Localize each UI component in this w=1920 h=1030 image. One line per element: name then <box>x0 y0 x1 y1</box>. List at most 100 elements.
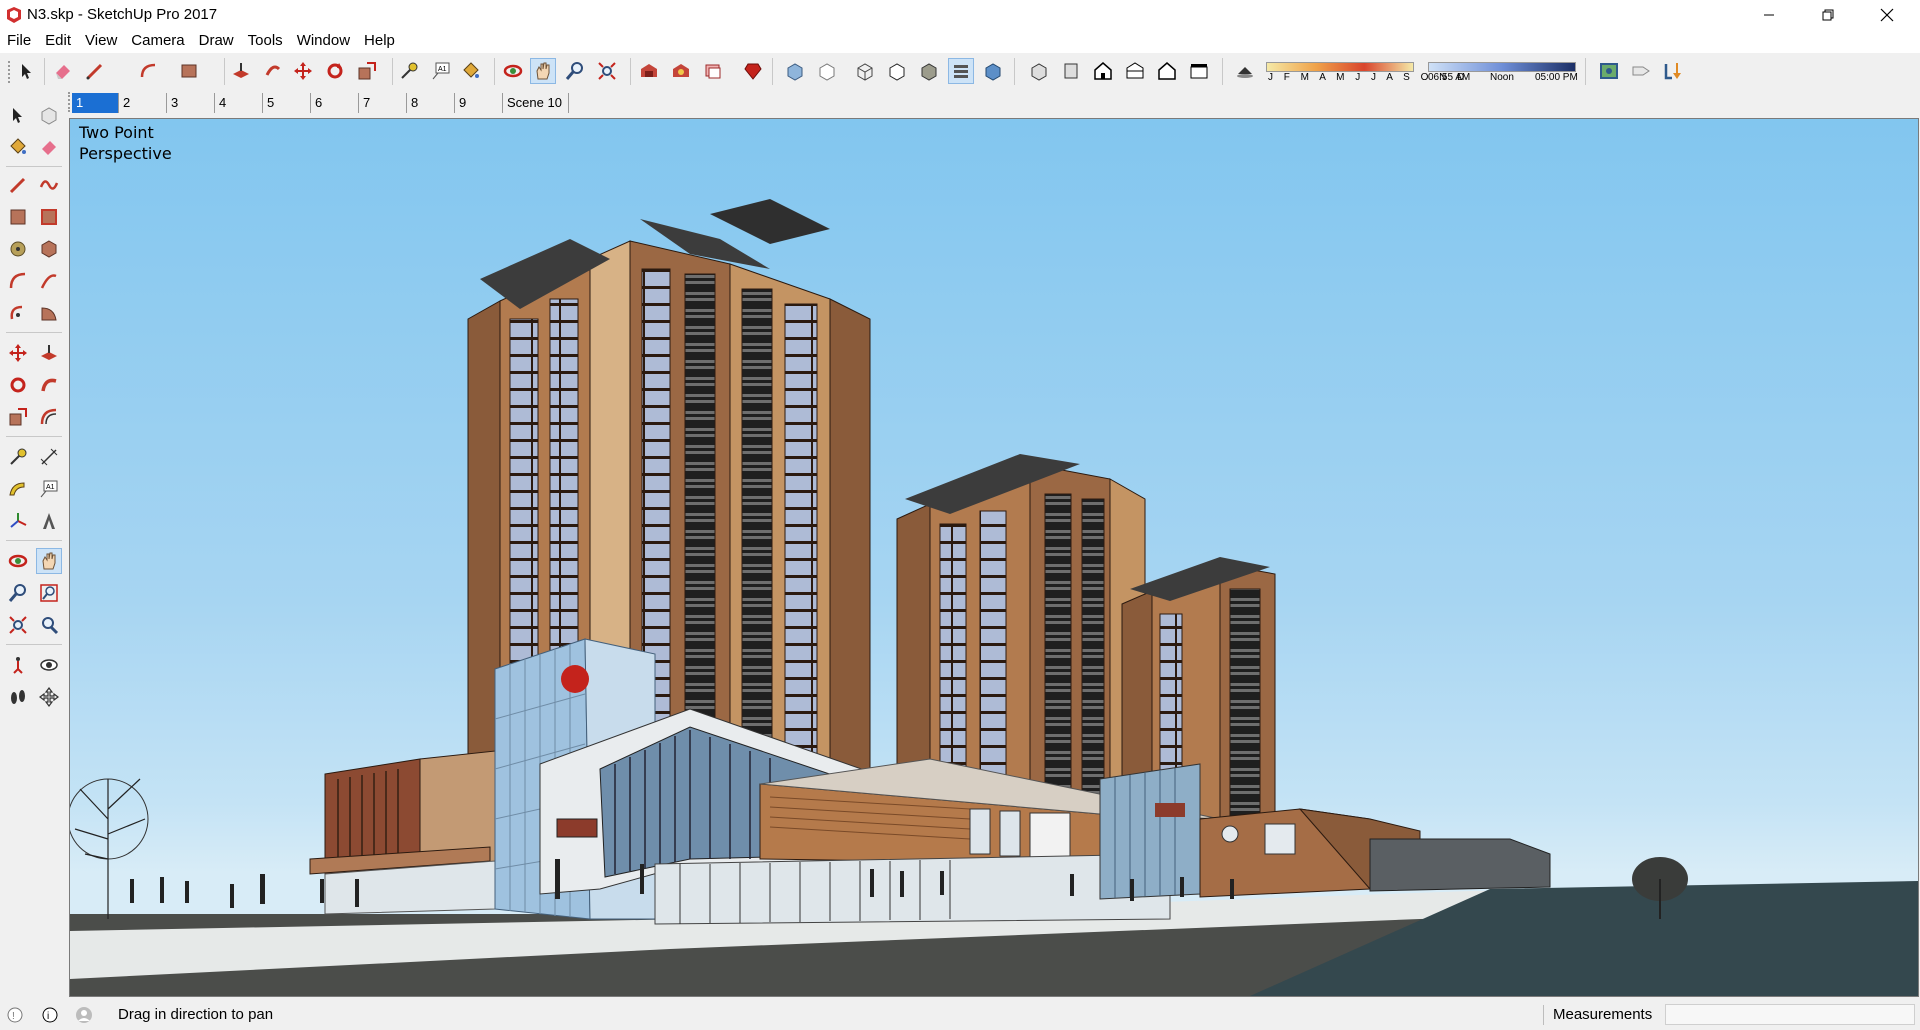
left-select-button[interactable] <box>5 102 31 128</box>
scale-tool-button[interactable] <box>354 58 380 84</box>
left-push-pull-button[interactable] <box>36 340 62 366</box>
pan-tool-button[interactable] <box>530 58 556 84</box>
left-circle-button[interactable] <box>5 236 31 262</box>
scene-tab-8[interactable]: 8 <box>407 93 455 113</box>
text-tool-button[interactable]: A1 <box>428 58 454 84</box>
menu-help[interactable]: Help <box>357 29 402 53</box>
left-dimension-button[interactable] <box>36 444 62 470</box>
left-zoom-window-button[interactable] <box>36 580 62 606</box>
paint-bucket-tool-button[interactable] <box>458 58 484 84</box>
xray-style-button[interactable] <box>782 58 808 84</box>
left-freehand-button[interactable] <box>36 172 62 198</box>
rotate-tool-button[interactable] <box>322 58 348 84</box>
left-axes-button[interactable] <box>5 508 31 534</box>
measurements-input[interactable] <box>1665 1004 1915 1025</box>
left-offset-button[interactable] <box>36 404 62 430</box>
left-three-point-arc-button[interactable] <box>5 300 31 326</box>
left-arc-button[interactable] <box>5 268 31 294</box>
credits-info-icon[interactable]: i <box>41 1006 59 1024</box>
scene-tab-3[interactable]: 3 <box>167 93 215 113</box>
scene-tab-5[interactable]: 5 <box>263 93 311 113</box>
back-view-button[interactable] <box>1154 58 1180 84</box>
warehouse-button[interactable] <box>636 58 662 84</box>
scene-tab-1[interactable]: 1 <box>72 93 119 113</box>
left-text-button[interactable]: A1 <box>36 476 62 502</box>
extension-warehouse-button[interactable] <box>668 58 694 84</box>
menu-file[interactable]: File <box>0 29 38 53</box>
arc-tool-button[interactable] <box>136 58 162 84</box>
left-two-point-arc-button[interactable] <box>36 268 62 294</box>
iso-view-button[interactable] <box>1026 58 1052 84</box>
right-view-button[interactable] <box>1122 58 1148 84</box>
toolbar-grip[interactable] <box>8 61 13 83</box>
shadow-date-slider[interactable] <box>1266 62 1414 72</box>
ruby-console-button[interactable] <box>740 58 766 84</box>
minimize-button[interactable] <box>1740 0 1798 29</box>
menu-tools[interactable]: Tools <box>241 29 290 53</box>
top-view-button[interactable] <box>1058 58 1084 84</box>
left-rotate-button[interactable] <box>5 372 31 398</box>
menu-camera[interactable]: Camera <box>124 29 191 53</box>
left-zoom-extents-button[interactable] <box>5 612 31 638</box>
hidden-line-style-button[interactable] <box>884 58 910 84</box>
left-section-plane-button[interactable] <box>36 684 62 710</box>
left-tape-measure-button[interactable] <box>5 444 31 470</box>
scene-tab-10[interactable]: Scene 10 <box>503 93 569 113</box>
tag-button[interactable] <box>1628 58 1654 84</box>
menu-window[interactable]: Window <box>290 29 357 53</box>
left-pan-button[interactable] <box>36 548 62 574</box>
monochrome-style-button[interactable] <box>980 58 1006 84</box>
left-line-button[interactable] <box>5 172 31 198</box>
left-previous-view-button[interactable] <box>36 612 62 638</box>
layout-button[interactable] <box>700 58 726 84</box>
follow-me-tool-button[interactable] <box>260 58 286 84</box>
left-zoom-button[interactable] <box>5 580 31 606</box>
model-viewport[interactable]: Two Point Perspective <box>69 118 1919 997</box>
left-3d-text-button[interactable] <box>36 508 62 534</box>
geo-location-button[interactable] <box>1596 58 1622 84</box>
scene-tab-4[interactable]: 4 <box>215 93 263 113</box>
line-tool-button[interactable] <box>82 58 108 84</box>
front-view-button[interactable] <box>1090 58 1116 84</box>
scene-tab-7[interactable]: 7 <box>359 93 407 113</box>
wireframe-style-button[interactable] <box>852 58 878 84</box>
shadow-time-slider[interactable] <box>1428 62 1576 72</box>
move-tool-button[interactable] <box>290 58 316 84</box>
left-scale-button[interactable] <box>5 404 31 430</box>
shaded-style-button[interactable] <box>916 58 942 84</box>
push-pull-tool-button[interactable] <box>228 58 254 84</box>
left-follow-me-button[interactable] <box>36 372 62 398</box>
close-button[interactable] <box>1858 0 1916 29</box>
scene-tab-6[interactable]: 6 <box>311 93 359 113</box>
left-eraser-button[interactable] <box>36 134 62 160</box>
left-position-camera-button[interactable] <box>5 652 31 678</box>
left-view-button[interactable] <box>1186 58 1212 84</box>
left-pie-button[interactable] <box>36 300 62 326</box>
left-component-button[interactable] <box>36 102 62 128</box>
back-edges-style-button[interactable] <box>814 58 840 84</box>
left-polygon-button[interactable] <box>36 236 62 262</box>
left-orbit-button[interactable] <box>5 548 31 574</box>
shadows-toggle-button[interactable] <box>1232 58 1258 84</box>
scene-tab-2[interactable]: 2 <box>119 93 167 113</box>
left-paint-bucket-button[interactable] <box>5 134 31 160</box>
geo-location-status-icon[interactable]: ! <box>6 1006 24 1024</box>
menu-view[interactable]: View <box>78 29 124 53</box>
eraser-tool-button[interactable] <box>50 58 76 84</box>
left-rotated-rectangle-button[interactable] <box>36 204 62 230</box>
left-walk-button[interactable] <box>5 684 31 710</box>
zoom-extents-tool-button[interactable] <box>594 58 620 84</box>
shaded-textures-style-button[interactable] <box>948 58 974 84</box>
rectangle-tool-button[interactable] <box>176 58 202 84</box>
user-account-icon[interactable] <box>75 1006 93 1024</box>
left-look-around-button[interactable] <box>36 652 62 678</box>
orbit-tool-button[interactable] <box>500 58 526 84</box>
download-button[interactable] <box>1660 58 1686 84</box>
menu-draw[interactable]: Draw <box>192 29 241 53</box>
scene-tab-9[interactable]: 9 <box>455 93 503 113</box>
left-move-button[interactable] <box>5 340 31 366</box>
restore-button[interactable] <box>1799 0 1857 29</box>
tape-measure-tool-button[interactable] <box>396 58 422 84</box>
left-protractor-button[interactable] <box>5 476 31 502</box>
menu-edit[interactable]: Edit <box>38 29 78 53</box>
